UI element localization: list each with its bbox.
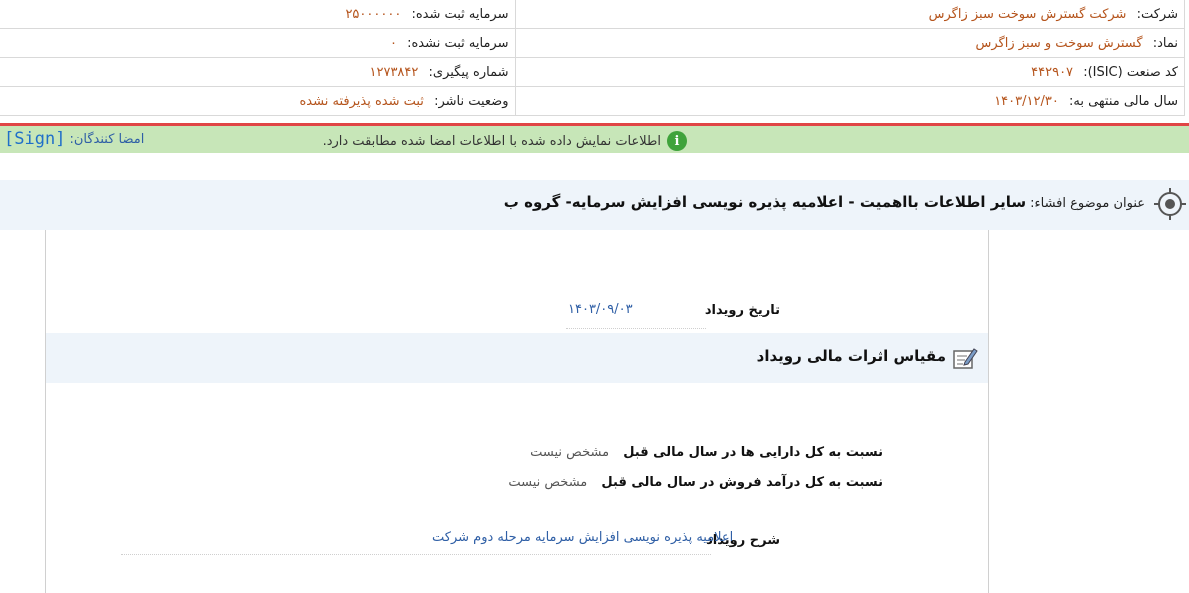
company-label: شرکت: <box>1136 6 1178 22</box>
sign-link[interactable]: [Sign] <box>4 129 65 149</box>
signers: امضا کنندگان: [Sign] <box>4 129 144 149</box>
isic-value: ۴۴۲۹۰۷ <box>1031 64 1074 80</box>
info-row-1: شرکت: شرکت گسترش سوخت سبز زاگرس سرمایه ث… <box>0 0 1185 29</box>
publisher-status-label: وضعیت ناشر: <box>434 93 509 109</box>
event-date-value: ۱۴۰۳/۰۹/۰۳ <box>568 302 633 317</box>
ratio-assets-label: نسبت به کل دارایی ها در سال مالی قبل <box>623 445 883 460</box>
registered-capital-value: ۲۵۰۰۰۰۰۰ <box>345 6 402 22</box>
tracking-number-value: ۱۲۷۳۸۴۲ <box>369 64 419 80</box>
event-date-label: تاریخ رویداد <box>704 303 780 318</box>
info-icon: i <box>667 131 687 151</box>
info-row-2: نماد: گسترش سوخت و سبز زاگرس سرمایه ثبت … <box>0 28 1185 58</box>
isic-cell: کد صنعت (ISIC): ۴۴۲۹۰۷ <box>514 57 1185 87</box>
signers-label: امضا کنندگان: <box>69 131 145 147</box>
tracking-number-label: شماره پیگیری: <box>428 64 509 80</box>
registered-capital-cell: سرمایه ثبت شده: ۲۵۰۰۰۰۰۰ <box>0 0 515 29</box>
info-row-4: سال مالی منتهی به: ۱۴۰۳/۱۲/۳۰ وضعیت ناشر… <box>0 86 1185 116</box>
ratio-sales-label: نسبت به کل درآمد فروش در سال مالی قبل <box>601 475 883 490</box>
publisher-status-value: ثبت شده پذیرفته نشده <box>299 93 424 109</box>
publisher-status-cell: وضعیت ناشر: ثبت شده پذیرفته نشده <box>0 86 515 116</box>
symbol-label: نماد: <box>1152 35 1178 51</box>
info-row-3: کد صنعت (ISIC): ۴۴۲۹۰۷ شماره پیگیری: ۱۲۷… <box>0 57 1185 87</box>
fiscal-year-cell: سال مالی منتهی به: ۱۴۰۳/۱۲/۳۰ <box>514 86 1185 116</box>
event-date-underline <box>566 328 706 329</box>
ratio-assets-row: نسبت به کل دارایی ها در سال مالی قبل مشخ… <box>530 445 883 460</box>
target-icon <box>1154 188 1186 220</box>
unregistered-capital-label: سرمایه ثبت نشده: <box>407 35 509 51</box>
symbol-cell: نماد: گسترش سوخت و سبز زاگرس <box>514 28 1185 58</box>
edit-note-icon <box>953 348 978 369</box>
fiscal-year-value: ۱۴۰۳/۱۲/۳۰ <box>994 93 1059 109</box>
registered-capital-label: سرمایه ثبت شده: <box>411 6 509 22</box>
subject-title: سایر اطلاعات بااهمیت - اعلامیه پذیره نوی… <box>503 193 1027 211</box>
ratio-sales-row: نسبت به کل درآمد فروش در سال مالی قبل مش… <box>508 475 883 490</box>
notice-message: i اطلاعات نمایش داده شده با اطلاعات امضا… <box>323 131 687 151</box>
event-content-panel: تاریخ رویداد ۱۴۰۳/۰۹/۰۳ مقیاس اثرات مالی… <box>45 230 989 593</box>
ratio-assets-value: مشخص نیست <box>530 445 610 460</box>
fiscal-year-label: سال مالی منتهی به: <box>1068 93 1178 109</box>
company-info-table: شرکت: شرکت گسترش سوخت سبز زاگرس سرمایه ث… <box>0 0 1185 116</box>
event-description-underline <box>121 554 711 555</box>
signature-notice-bar: i اطلاعات نمایش داده شده با اطلاعات امضا… <box>0 126 1189 153</box>
notice-text: اطلاعات نمایش داده شده با اطلاعات امضا ش… <box>322 133 661 149</box>
unregistered-capital-value: ۰ <box>389 35 397 51</box>
disclosure-subject-bar: عنوان موضوع افشاء: سایر اطلاعات بااهمیت … <box>0 180 1189 230</box>
subject-text: عنوان موضوع افشاء: سایر اطلاعات بااهمیت … <box>504 193 1145 211</box>
company-cell: شرکت: شرکت گسترش سوخت سبز زاگرس <box>514 0 1185 29</box>
ratio-sales-value: مشخص نیست <box>508 475 588 490</box>
company-value: شرکت گسترش سوخت سبز زاگرس <box>928 6 1127 22</box>
isic-label: کد صنعت (ISIC): <box>1083 64 1178 80</box>
unregistered-capital-cell: سرمایه ثبت نشده: ۰ <box>0 28 515 58</box>
event-description-value: اعلامیه پذیره نویسی افزایش سرمایه مرحله … <box>432 530 734 545</box>
event-date-row: تاریخ رویداد <box>705 303 780 318</box>
tracking-number-cell: شماره پیگیری: ۱۲۷۳۸۴۲ <box>0 57 515 87</box>
subject-label: عنوان موضوع افشاء: <box>1030 196 1145 211</box>
financial-impact-section-header: مقیاس اثرات مالی رویداد <box>46 333 988 383</box>
symbol-value: گسترش سوخت و سبز زاگرس <box>975 35 1143 51</box>
section-title: مقیاس اثرات مالی رویداد <box>756 347 946 365</box>
